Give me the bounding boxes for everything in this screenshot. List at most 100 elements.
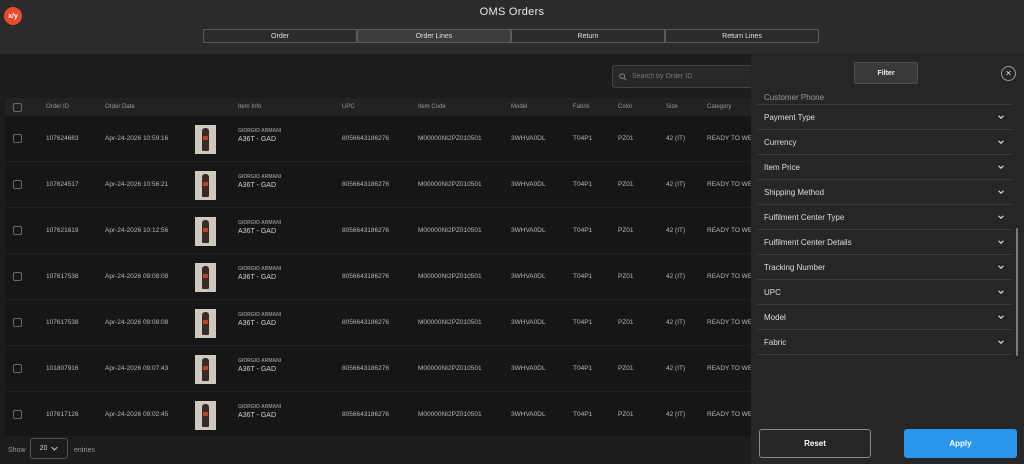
row-checkbox[interactable] xyxy=(13,272,22,281)
table-row[interactable]: 107617126 Apr-24-2026 09:02:45 GIORGIO ARM… xyxy=(5,392,751,436)
product-thumbnail[interactable] xyxy=(195,401,216,430)
row-checkbox[interactable] xyxy=(13,180,22,189)
product-thumbnail[interactable] xyxy=(195,125,216,154)
filter-item-fulfilment-center-type[interactable]: Fulfilment Center Type xyxy=(757,205,1012,230)
order-date: Apr-24-2026 10:59:16 xyxy=(105,135,169,142)
header-category[interactable]: Category xyxy=(707,104,731,110)
page-title: OMS Orders xyxy=(479,6,545,18)
header-order-date[interactable]: Order Date xyxy=(105,104,135,110)
reset-button[interactable]: Reset xyxy=(759,429,871,458)
item-upc: 8056643186276 xyxy=(342,181,389,188)
item-size: 42 (IT) xyxy=(666,411,686,418)
filter-item-fabric[interactable]: Fabric xyxy=(757,330,1012,355)
product-thumbnail[interactable] xyxy=(195,355,216,384)
row-checkbox[interactable] xyxy=(13,364,22,373)
table-row[interactable]: 107617538 Apr-24-2026 09:08:08 GIORGIO ARM… xyxy=(5,254,751,300)
product-thumbnail[interactable] xyxy=(195,309,216,338)
tab-return[interactable]: Return xyxy=(511,29,665,43)
item-size: 42 (IT) xyxy=(666,135,686,142)
select-all-checkbox[interactable] xyxy=(13,102,22,112)
table-row[interactable]: 107624683 Apr-24-2026 10:59:16 GIORGIO ARM… xyxy=(5,116,751,162)
chevron-down-icon xyxy=(51,446,59,451)
table-row[interactable]: 107617538 Apr-24-2026 09:08:08 GIORGIO ARM… xyxy=(5,300,751,346)
order-id[interactable]: 107617126 xyxy=(46,411,79,418)
filter-item-fulfilment-center-details[interactable]: Fulfilment Center Details xyxy=(757,230,1012,255)
item-color: PZ01 xyxy=(618,227,634,234)
header-item-info[interactable]: Item Info xyxy=(238,104,261,110)
item-category: READY TO WE xyxy=(707,181,751,188)
header-fabric[interactable]: Fabric xyxy=(573,104,590,110)
filter-item-payment-type[interactable]: Payment Type xyxy=(757,105,1012,130)
item-info: GIORGIO ARMANI A36T - GAD xyxy=(238,220,281,235)
item-info: GIORGIO ARMANI A36T - GAD xyxy=(238,266,281,281)
item-size: 42 (IT) xyxy=(666,227,686,234)
header-size[interactable]: Size xyxy=(666,104,678,110)
filter-panel: Filter ✕ Customer Phone Payment Type Curr… xyxy=(751,54,1024,464)
show-label: Show xyxy=(8,446,26,454)
table-row[interactable]: 101807916 Apr-24-2026 09:07:43 GIORGIO ARM… xyxy=(5,346,751,392)
order-date: Apr-24-2026 09:02:45 xyxy=(105,411,169,418)
item-category: READY TO WE xyxy=(707,365,751,372)
filter-title-button[interactable]: Filter xyxy=(854,62,918,84)
item-name: A36T - GAD xyxy=(238,366,276,373)
tab-order-lines[interactable]: Order Lines xyxy=(357,29,511,43)
item-fabric: T04P1 xyxy=(573,411,593,418)
item-brand: GIORGIO ARMANI xyxy=(238,220,282,226)
order-id[interactable]: 107617538 xyxy=(46,319,79,326)
product-thumbnail[interactable] xyxy=(195,171,216,200)
order-id[interactable]: 101807916 xyxy=(46,365,79,372)
search-input[interactable] xyxy=(632,73,742,80)
tab-return-lines[interactable]: Return Lines xyxy=(665,29,819,43)
filter-item-label: UPC xyxy=(764,287,781,297)
header-model[interactable]: Model xyxy=(511,104,527,110)
item-brand: GIORGIO ARMANI xyxy=(238,312,282,318)
chevron-down-icon xyxy=(998,190,1004,194)
item-name: A36T - GAD xyxy=(238,228,276,235)
order-id[interactable]: 107621619 xyxy=(46,227,79,234)
filter-item-item-price[interactable]: Item Price xyxy=(757,155,1012,180)
item-category: READY TO WE xyxy=(707,273,751,280)
item-code: M00000NI2PZ010501 xyxy=(418,135,482,142)
filter-item-model[interactable]: Model xyxy=(757,305,1012,330)
apply-button[interactable]: Apply xyxy=(904,429,1017,458)
row-checkbox[interactable] xyxy=(13,134,22,143)
product-thumbnail[interactable] xyxy=(195,263,216,292)
page-size-select[interactable]: 20 xyxy=(30,438,68,459)
filter-item-tracking-number[interactable]: Tracking Number xyxy=(757,255,1012,280)
item-brand: GIORGIO ARMANI xyxy=(238,174,282,180)
filter-item-upc[interactable]: UPC xyxy=(757,280,1012,305)
item-model: 3WHVA0DL xyxy=(511,181,546,188)
page-size-value: 20 xyxy=(39,445,48,452)
order-id[interactable]: 107617538 xyxy=(46,273,79,280)
tab-order[interactable]: Order xyxy=(203,29,357,43)
header-order-id[interactable]: Order ID xyxy=(46,104,69,110)
item-color: PZ01 xyxy=(618,273,634,280)
product-thumbnail[interactable] xyxy=(195,217,216,246)
table-row[interactable]: 107621619 Apr-24-2026 10:12:56 GIORGIO ARM… xyxy=(5,208,751,254)
chevron-down-icon xyxy=(998,240,1004,244)
header-upc[interactable]: UPC xyxy=(342,104,355,110)
filter-item-customer-phone[interactable]: Customer Phone xyxy=(757,94,1012,105)
header-item-code[interactable]: Item Code xyxy=(418,104,446,110)
search-box[interactable] xyxy=(612,65,752,88)
main-content: Order ID Order Date Item Info UPC Item C… xyxy=(0,54,752,464)
row-checkbox[interactable] xyxy=(13,226,22,235)
item-name: A36T - GAD xyxy=(238,412,276,419)
item-category: READY TO WE xyxy=(707,227,751,234)
filter-item-label: Tracking Number xyxy=(764,262,826,272)
item-name: A36T - GAD xyxy=(238,274,276,281)
filter-item-currency[interactable]: Currency xyxy=(757,130,1012,155)
item-code: M00000NI2PZ010501 xyxy=(418,365,482,372)
row-checkbox[interactable] xyxy=(13,318,22,327)
filter-item-shipping-method[interactable]: Shipping Method xyxy=(757,180,1012,205)
item-category: READY TO WE xyxy=(707,319,751,326)
order-id[interactable]: 107624683 xyxy=(46,135,79,142)
close-icon[interactable]: ✕ xyxy=(1001,66,1016,81)
filter-scrollbar[interactable] xyxy=(1016,228,1018,356)
header-color[interactable]: Color xyxy=(618,104,632,110)
chevron-down-icon xyxy=(998,215,1004,219)
row-checkbox[interactable] xyxy=(13,410,22,419)
order-id[interactable]: 107624517 xyxy=(46,181,79,188)
table-row[interactable]: 107624517 Apr-24-2026 10:56:21 GIORGIO ARM… xyxy=(5,162,751,208)
tab-bar: Order Order Lines Return Return Lines xyxy=(203,29,819,43)
